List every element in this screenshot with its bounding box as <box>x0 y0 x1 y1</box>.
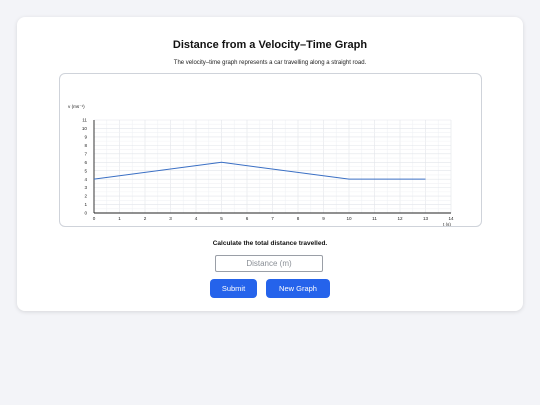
velocity-time-graph: 0 1 2 3 4 5 6 7 8 9 10 11 12 13 14 0 1 2 3 4 5 6 7 8 9 10 11 t (s) v… <box>59 73 482 227</box>
y-tick-label: 10 <box>82 126 88 131</box>
page-subtitle: The velocity–time graph represents a car… <box>173 60 367 66</box>
x-axis-label: t (s) <box>443 222 451 226</box>
x-tick-label: 8 <box>297 216 300 221</box>
y-tick-label: 4 <box>84 177 87 182</box>
y-tick-label: 5 <box>84 168 87 173</box>
x-tick-label: 12 <box>397 216 403 221</box>
y-tick-label: 3 <box>84 185 87 190</box>
x-tick-label: 11 <box>372 216 377 221</box>
y-tick-label: 1 <box>84 202 87 207</box>
question-card: Distance from a Velocity–Time Graph The … <box>17 17 523 311</box>
x-tick-label: 13 <box>423 216 429 221</box>
y-tick-label: 11 <box>82 118 87 123</box>
chart-svg: 0 1 2 3 4 5 6 7 8 9 10 11 12 13 1401234567891011t (s)v… <box>68 104 454 226</box>
y-tick-label: 9 <box>84 135 87 140</box>
x-tick-label: 4 <box>195 216 198 221</box>
x-tick-label: 0 <box>93 216 96 221</box>
distance-input[interactable] <box>215 255 323 272</box>
x-tick-label: 2 <box>144 216 147 221</box>
y-axis-label: v (ms⁻¹) <box>68 104 85 109</box>
x-tick-label: 9 <box>322 216 325 221</box>
y-tick-label: 6 <box>84 160 87 165</box>
question-prompt: Calculate the total distance travelled. <box>212 240 328 247</box>
x-tick-label: 10 <box>346 216 352 221</box>
y-tick-label: 0 <box>84 211 87 216</box>
submit-button[interactable]: Submit <box>210 279 257 298</box>
y-tick-label: 2 <box>84 194 87 199</box>
x-tick-label: 3 <box>169 216 172 221</box>
x-tick-label: 5 <box>220 216 223 221</box>
x-tick-label: 1 <box>118 216 121 221</box>
x-tick-label: 14 <box>448 216 454 221</box>
new-graph-button[interactable]: New Graph <box>266 279 330 298</box>
y-tick-label: 8 <box>84 143 87 148</box>
x-tick-label: 6 <box>246 216 249 221</box>
x-tick-label: 7 <box>271 216 274 221</box>
page-title: Distance from a Velocity–Time Graph <box>172 39 368 51</box>
y-tick-label: 7 <box>84 151 87 156</box>
